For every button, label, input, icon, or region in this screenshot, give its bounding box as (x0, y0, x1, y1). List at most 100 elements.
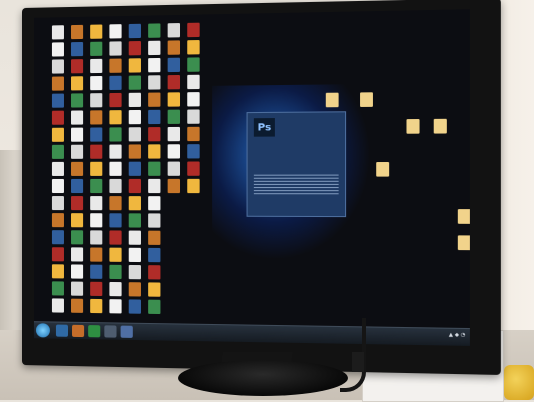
desktop-icon[interactable] (167, 178, 181, 194)
desktop-icon[interactable] (128, 127, 141, 142)
desktop-icon[interactable] (128, 23, 141, 39)
desktop-icon[interactable] (109, 230, 122, 245)
desktop-icon[interactable] (71, 127, 84, 142)
desktop-icon[interactable] (187, 22, 200, 38)
desktop-icon[interactable] (148, 247, 161, 263)
desktop-icon[interactable] (148, 144, 161, 159)
desktop-icon[interactable] (128, 58, 141, 73)
desktop-icon[interactable] (187, 144, 200, 159)
desktop-icon[interactable] (51, 230, 64, 245)
desktop-icon[interactable] (90, 75, 103, 91)
desktop-icon[interactable] (109, 178, 122, 194)
desktop-icon[interactable] (148, 196, 161, 211)
desktop-icon[interactable] (109, 299, 122, 314)
desktop-icon[interactable] (433, 118, 447, 134)
desktop-icon[interactable] (90, 110, 103, 125)
desktop-icon[interactable] (128, 75, 141, 90)
desktop-icon[interactable] (109, 75, 122, 91)
desktop-icon[interactable] (128, 109, 141, 125)
desktop-icon[interactable] (187, 92, 200, 107)
desktop-icon[interactable] (71, 41, 84, 57)
desktop-icon[interactable] (187, 74, 200, 90)
desktop-icon[interactable] (128, 264, 141, 280)
desktop-icon[interactable] (51, 178, 64, 194)
desktop-icon[interactable] (167, 126, 181, 142)
desktop-icon[interactable] (187, 161, 200, 176)
desktop-icon[interactable] (90, 58, 103, 74)
desktop-icon[interactable] (109, 281, 122, 297)
desktop-icon[interactable] (51, 213, 64, 228)
desktop-icon[interactable] (51, 264, 64, 279)
desktop-icon[interactable] (71, 93, 84, 108)
windows-start-icon[interactable] (35, 323, 50, 338)
desktop-icon[interactable] (128, 299, 141, 314)
desktop-icon[interactable] (128, 161, 141, 176)
desktop-icon[interactable] (187, 178, 200, 194)
desktop-icon[interactable] (109, 196, 122, 211)
taskbar-icon[interactable] (72, 324, 85, 338)
desktop-icon[interactable] (90, 196, 103, 211)
desktop-icon[interactable] (109, 213, 122, 228)
desktop-icon[interactable] (51, 93, 64, 108)
desktop-icon[interactable] (90, 161, 103, 176)
desktop-icon[interactable] (360, 92, 373, 107)
desktop-icon[interactable] (51, 161, 64, 176)
desktop-icon[interactable] (109, 127, 122, 142)
desktop-icon[interactable] (109, 24, 122, 39)
desktop-icon[interactable] (187, 57, 200, 72)
desktop-icon[interactable] (90, 213, 103, 228)
desktop-icon[interactable] (128, 196, 141, 211)
desktop-icon[interactable] (148, 299, 161, 315)
desktop-icon[interactable] (71, 24, 84, 40)
desktop-icon[interactable] (90, 127, 103, 142)
desktop-icon[interactable] (148, 40, 161, 56)
desktop-icon[interactable] (325, 92, 339, 108)
desktop-icon[interactable] (128, 144, 141, 159)
desktop-icon[interactable] (90, 144, 103, 159)
desktop-icon[interactable] (71, 264, 84, 279)
desktop-icon[interactable] (148, 109, 161, 125)
desktop-icon[interactable] (71, 110, 84, 125)
desktop-icon[interactable] (90, 41, 103, 56)
desktop-icon[interactable] (71, 144, 84, 159)
desktop-icon[interactable] (187, 126, 200, 142)
desktop-icon[interactable] (90, 230, 103, 245)
desktop-icon[interactable] (51, 76, 64, 91)
desktop-icon[interactable] (109, 161, 122, 176)
desktop-icon[interactable] (167, 109, 181, 124)
desktop-icon[interactable] (71, 298, 84, 313)
desktop-icon[interactable] (167, 144, 181, 159)
desktop-icon[interactable] (71, 76, 84, 91)
desktop-icon[interactable] (457, 209, 470, 224)
desktop-icon[interactable] (51, 127, 64, 142)
desktop-icon[interactable] (71, 230, 84, 245)
taskbar-icon[interactable] (88, 325, 101, 338)
taskbar-icon[interactable] (104, 325, 117, 338)
desktop-icon[interactable] (167, 40, 181, 55)
desktop-icon[interactable] (71, 281, 84, 296)
desktop-icon[interactable] (90, 178, 103, 194)
desktop-icon[interactable] (406, 119, 420, 134)
desktop-icon[interactable] (167, 57, 181, 73)
desktop-icon[interactable] (109, 41, 122, 56)
desktop-icon[interactable] (71, 178, 84, 194)
desktop-icon[interactable] (187, 109, 200, 124)
desktop-icon[interactable] (148, 92, 161, 107)
desktop-icon[interactable] (90, 247, 103, 262)
desktop-icon[interactable] (51, 281, 64, 296)
desktop-icon[interactable] (148, 178, 161, 194)
desktop-icon[interactable] (148, 75, 161, 90)
desktop-icon[interactable] (51, 110, 64, 125)
desktop-icon[interactable] (109, 247, 122, 262)
desktop-icon[interactable] (71, 196, 84, 211)
desktop-icon[interactable] (148, 265, 161, 280)
desktop-icon[interactable] (148, 127, 161, 142)
desktop-icon[interactable] (128, 92, 141, 108)
desktop-icon[interactable] (148, 57, 161, 73)
desktop-icon[interactable] (128, 247, 141, 263)
taskbar-icon[interactable] (120, 325, 133, 338)
desktop-icon[interactable] (109, 264, 122, 280)
desktop-icon[interactable] (148, 213, 161, 228)
desktop-icon[interactable] (51, 247, 64, 262)
desktop-icon[interactable] (128, 213, 141, 228)
